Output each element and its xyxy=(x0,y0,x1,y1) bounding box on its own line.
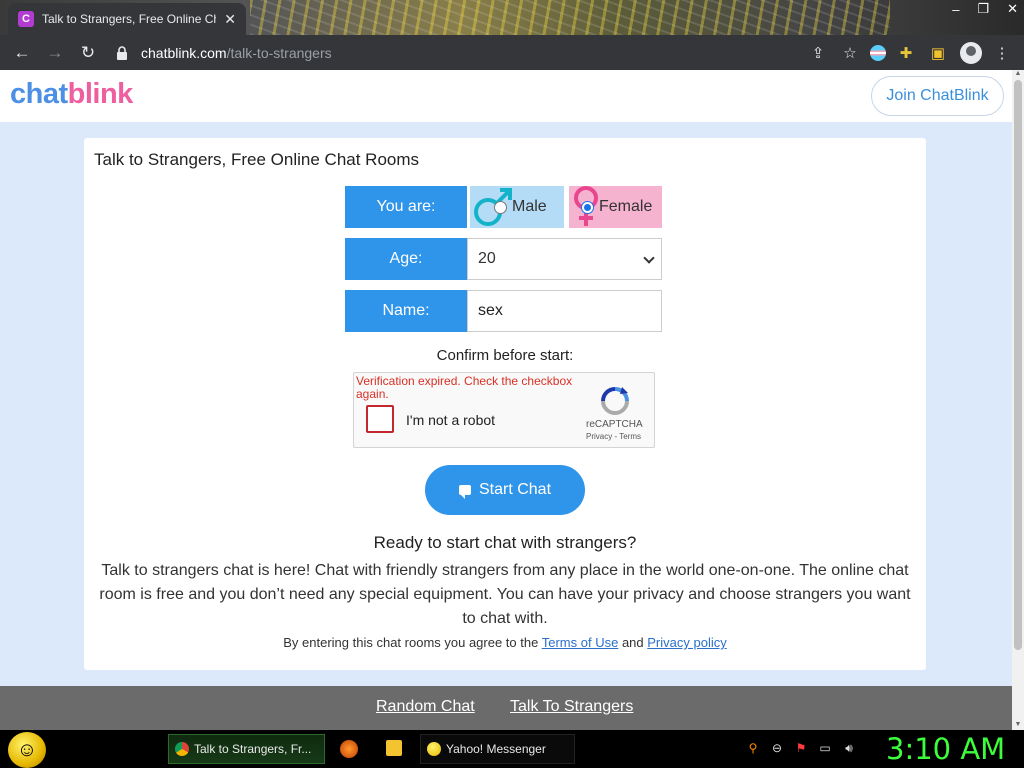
site-header: chatblink Join ChatBlink xyxy=(0,70,1012,122)
age-select[interactable]: 20 xyxy=(467,238,662,280)
side-panel-icon[interactable]: ▣ xyxy=(926,41,950,65)
maximize-icon[interactable]: ❐ xyxy=(977,1,989,17)
taskbar-chrome-window[interactable]: Talk to Strangers, Fr... xyxy=(168,734,325,764)
male-radio[interactable] xyxy=(494,200,507,214)
browser-tab[interactable]: C Talk to Strangers, Free Online Ch ✕ xyxy=(8,3,246,35)
volume-icon[interactable]: 🔊︎ xyxy=(842,741,856,755)
taskbar-clock[interactable]: 3:10 AM xyxy=(886,732,1005,766)
taskbar-yahoo-label: Yahoo! Messenger xyxy=(446,742,546,756)
page-title: Talk to Strangers, Free Online Chat Room… xyxy=(94,150,420,169)
url-host: chatblink.com xyxy=(141,44,227,61)
forward-arrow-icon[interactable]: → xyxy=(43,41,67,65)
confirm-label: Confirm before start: xyxy=(436,347,574,364)
address-bar[interactable]: chatblink.com/talk-to-strangers xyxy=(115,39,798,67)
agreement-prefix: By entering this chat rooms you agree to… xyxy=(283,635,539,650)
tab-title: Talk to Strangers, Free Online Ch xyxy=(42,12,217,26)
recaptcha-label: I'm not a robot xyxy=(406,412,496,428)
close-tab-icon[interactable]: ✕ xyxy=(224,11,236,28)
yahoo-messenger-icon xyxy=(427,742,441,756)
bookmark-star-icon[interactable]: ☆ xyxy=(838,41,862,65)
logo-part-chat: chat xyxy=(10,78,68,110)
minimize-icon[interactable]: – xyxy=(952,2,959,17)
window-controls: – ❐ ✕ xyxy=(952,0,1018,18)
search-icon[interactable]: ⚲ xyxy=(746,741,760,755)
back-arrow-icon[interactable]: ← xyxy=(10,41,34,65)
taskbar-yahoo-window[interactable]: Yahoo! Messenger xyxy=(420,734,575,764)
gender-option-male[interactable]: Male xyxy=(470,186,564,228)
agreement-and: and xyxy=(621,635,644,650)
logo-part-blink: blink xyxy=(67,78,134,110)
terms-of-use-link[interactable]: Terms of Use xyxy=(542,635,619,650)
gender-option-female[interactable]: Female xyxy=(569,186,662,228)
page-viewport: chatblink Join ChatBlink Talk to Strange… xyxy=(0,70,1024,730)
chat-form-card: Talk to Strangers, Free Online Chat Room… xyxy=(84,138,926,670)
start-chat-label: Start Chat xyxy=(478,481,552,498)
intro-paragraph: Talk to strangers chat is here! Chat wit… xyxy=(99,562,911,627)
female-label: Female xyxy=(599,198,653,215)
scroll-down-arrow-icon[interactable]: ▼ xyxy=(1014,721,1022,728)
menu-kebab-icon[interactable]: ⋮ xyxy=(990,41,1014,65)
recaptcha-widget: Verification expired. Check the checkbox… xyxy=(353,372,655,448)
talk-to-strangers-link[interactable]: Talk To Strangers xyxy=(510,698,633,716)
name-label: Name: xyxy=(345,290,467,332)
folder-icon[interactable] xyxy=(386,740,402,756)
male-label: Male xyxy=(512,198,547,215)
reload-icon[interactable]: ↻ xyxy=(76,41,100,65)
monitor-icon[interactable]: ▭ xyxy=(818,741,832,755)
name-input[interactable]: sex xyxy=(467,290,662,332)
recaptcha-privacy-link[interactable]: Privacy xyxy=(586,432,612,441)
os-taskbar: ☺ Talk to Strangers, Fr... Yahoo! Messen… xyxy=(0,730,1024,768)
female-radio[interactable] xyxy=(581,200,594,214)
chatblink-logo[interactable]: chatblink xyxy=(10,78,133,111)
recaptcha-logo-icon xyxy=(601,387,629,415)
chat-bubble-icon xyxy=(458,485,471,499)
lock-icon xyxy=(117,45,127,60)
url-path: /talk-to-strangers xyxy=(226,44,332,61)
url-text: chatblink.com/talk-to-strangers xyxy=(141,45,332,61)
browser-tabstrip: C Talk to Strangers, Free Online Ch ✕ – … xyxy=(0,0,1024,35)
taskbar-chrome-label: Talk to Strangers, Fr... xyxy=(194,742,312,756)
scroll-up-arrow-icon[interactable]: ▲ xyxy=(1014,70,1022,77)
recaptcha-checkbox[interactable] xyxy=(366,405,394,433)
flag-icon[interactable]: ⚑ xyxy=(794,741,808,755)
network-icon[interactable]: ⊖ xyxy=(770,741,784,755)
chevron-down-icon xyxy=(643,252,655,264)
start-chat-button[interactable]: Start Chat xyxy=(425,465,585,515)
age-value: 20 xyxy=(478,250,496,267)
scroll-thumb[interactable] xyxy=(1014,80,1022,650)
extensions-puzzle-icon[interactable]: ✚ xyxy=(894,41,918,65)
start-orb-icon[interactable]: ☺ xyxy=(8,732,46,768)
desktop-wallpaper-strip xyxy=(250,0,890,35)
extension-flag-icon[interactable] xyxy=(870,44,886,61)
recaptcha-links: Privacy - Terms xyxy=(586,432,641,441)
page-scrollbar[interactable]: ▲ ▼ xyxy=(1012,70,1024,730)
random-chat-link[interactable]: Random Chat xyxy=(376,698,475,716)
chrome-icon xyxy=(175,742,189,756)
share-icon[interactable]: ⇪ xyxy=(806,41,830,65)
chatblink-favicon-icon: C xyxy=(18,11,34,27)
privacy-policy-link[interactable]: Privacy policy xyxy=(647,635,726,650)
recaptcha-error-message: Verification expired. Check the checkbox… xyxy=(356,374,573,401)
site-footer: Random Chat Talk To Strangers xyxy=(0,686,1012,730)
recaptcha-terms-link[interactable]: Terms xyxy=(619,432,641,441)
close-window-icon[interactable]: ✕ xyxy=(1007,1,1018,17)
join-chatblink-button[interactable]: Join ChatBlink xyxy=(871,76,1004,116)
agreement-text: By entering this chat rooms you agree to… xyxy=(84,635,926,650)
age-label: Age: xyxy=(345,238,467,280)
firefox-icon[interactable] xyxy=(340,740,358,758)
gender-label: You are: xyxy=(345,186,467,228)
browser-toolbar: ← → ↻ chatblink.com/talk-to-strangers ⇪ … xyxy=(0,35,1024,70)
ready-heading: Ready to start chat with strangers? xyxy=(373,533,637,552)
profile-avatar-icon[interactable] xyxy=(960,41,982,64)
recaptcha-brand: reCAPTCHA xyxy=(586,419,643,430)
